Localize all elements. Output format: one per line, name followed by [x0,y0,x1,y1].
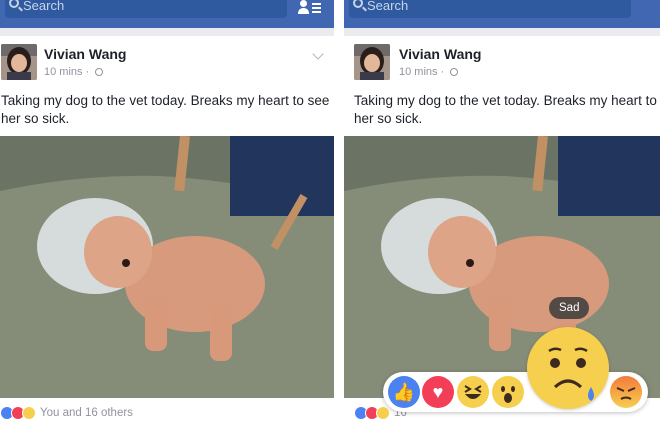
meta-separator: · [440,66,445,78]
feed-divider [0,28,334,36]
post-photo[interactable] [0,136,334,398]
feed-divider [344,28,660,36]
sad-icon [376,406,390,420]
reaction-sad-button[interactable] [527,327,609,409]
avatar[interactable] [354,44,390,80]
reaction-haha-button[interactable] [457,376,489,408]
meta-separator: · [85,66,90,78]
reaction-count[interactable]: You and 16 others [40,407,133,419]
author-name[interactable]: Vivian Wang [44,46,126,62]
reaction-love-button[interactable]: ♥ [422,376,454,408]
post-text: Taking my dog to the vet today. Breaks m… [1,93,330,126]
search-input[interactable]: Search [349,0,631,18]
reactions-summary[interactable]: You and 16 others [0,402,334,426]
post-text: Taking my dog to the vet today. Breaks m… [354,93,660,126]
post-photo[interactable] [344,136,660,398]
author-name[interactable]: Vivian Wang [399,46,481,62]
globe-icon [95,68,104,76]
laughing-face-icon [464,385,482,399]
friend-requests-icon[interactable] [298,0,322,14]
heart-icon: ♥ [432,382,444,402]
post-meta: 10 mins · [399,66,459,78]
reaction-like-button[interactable]: 👍 [388,376,420,408]
angry-face-icon [616,387,636,400]
sad-face-icon [548,347,594,401]
avatar[interactable] [1,44,37,80]
search-placeholder: Search [367,0,409,13]
search-input[interactable]: Search [5,0,287,18]
reaction-wow-button[interactable] [492,376,524,408]
search-icon [9,0,19,8]
reaction-tooltip: Sad [549,297,590,319]
reaction-angry-button[interactable] [610,376,642,408]
search-icon [353,0,363,8]
top-navigation-bar: Search [344,0,660,28]
post-panel-left: Search Vivian Wang 10 mins · Taking my d… [0,0,334,432]
post-time[interactable]: 10 mins [44,66,83,78]
thumbs-up-icon: 👍 [392,382,416,402]
post-meta: 10 mins · [44,66,104,78]
surprised-face-icon [501,386,515,403]
post-panel-right: Search Vivian Wang 10 mins · Taking my d… [344,0,660,432]
post-time[interactable]: 10 mins [399,66,438,78]
top-navigation-bar: Search [0,0,334,28]
panel-divider [334,0,344,432]
globe-icon [450,68,459,76]
search-placeholder: Search [23,0,65,13]
chevron-down-icon[interactable] [312,48,324,60]
sad-icon [22,406,36,420]
